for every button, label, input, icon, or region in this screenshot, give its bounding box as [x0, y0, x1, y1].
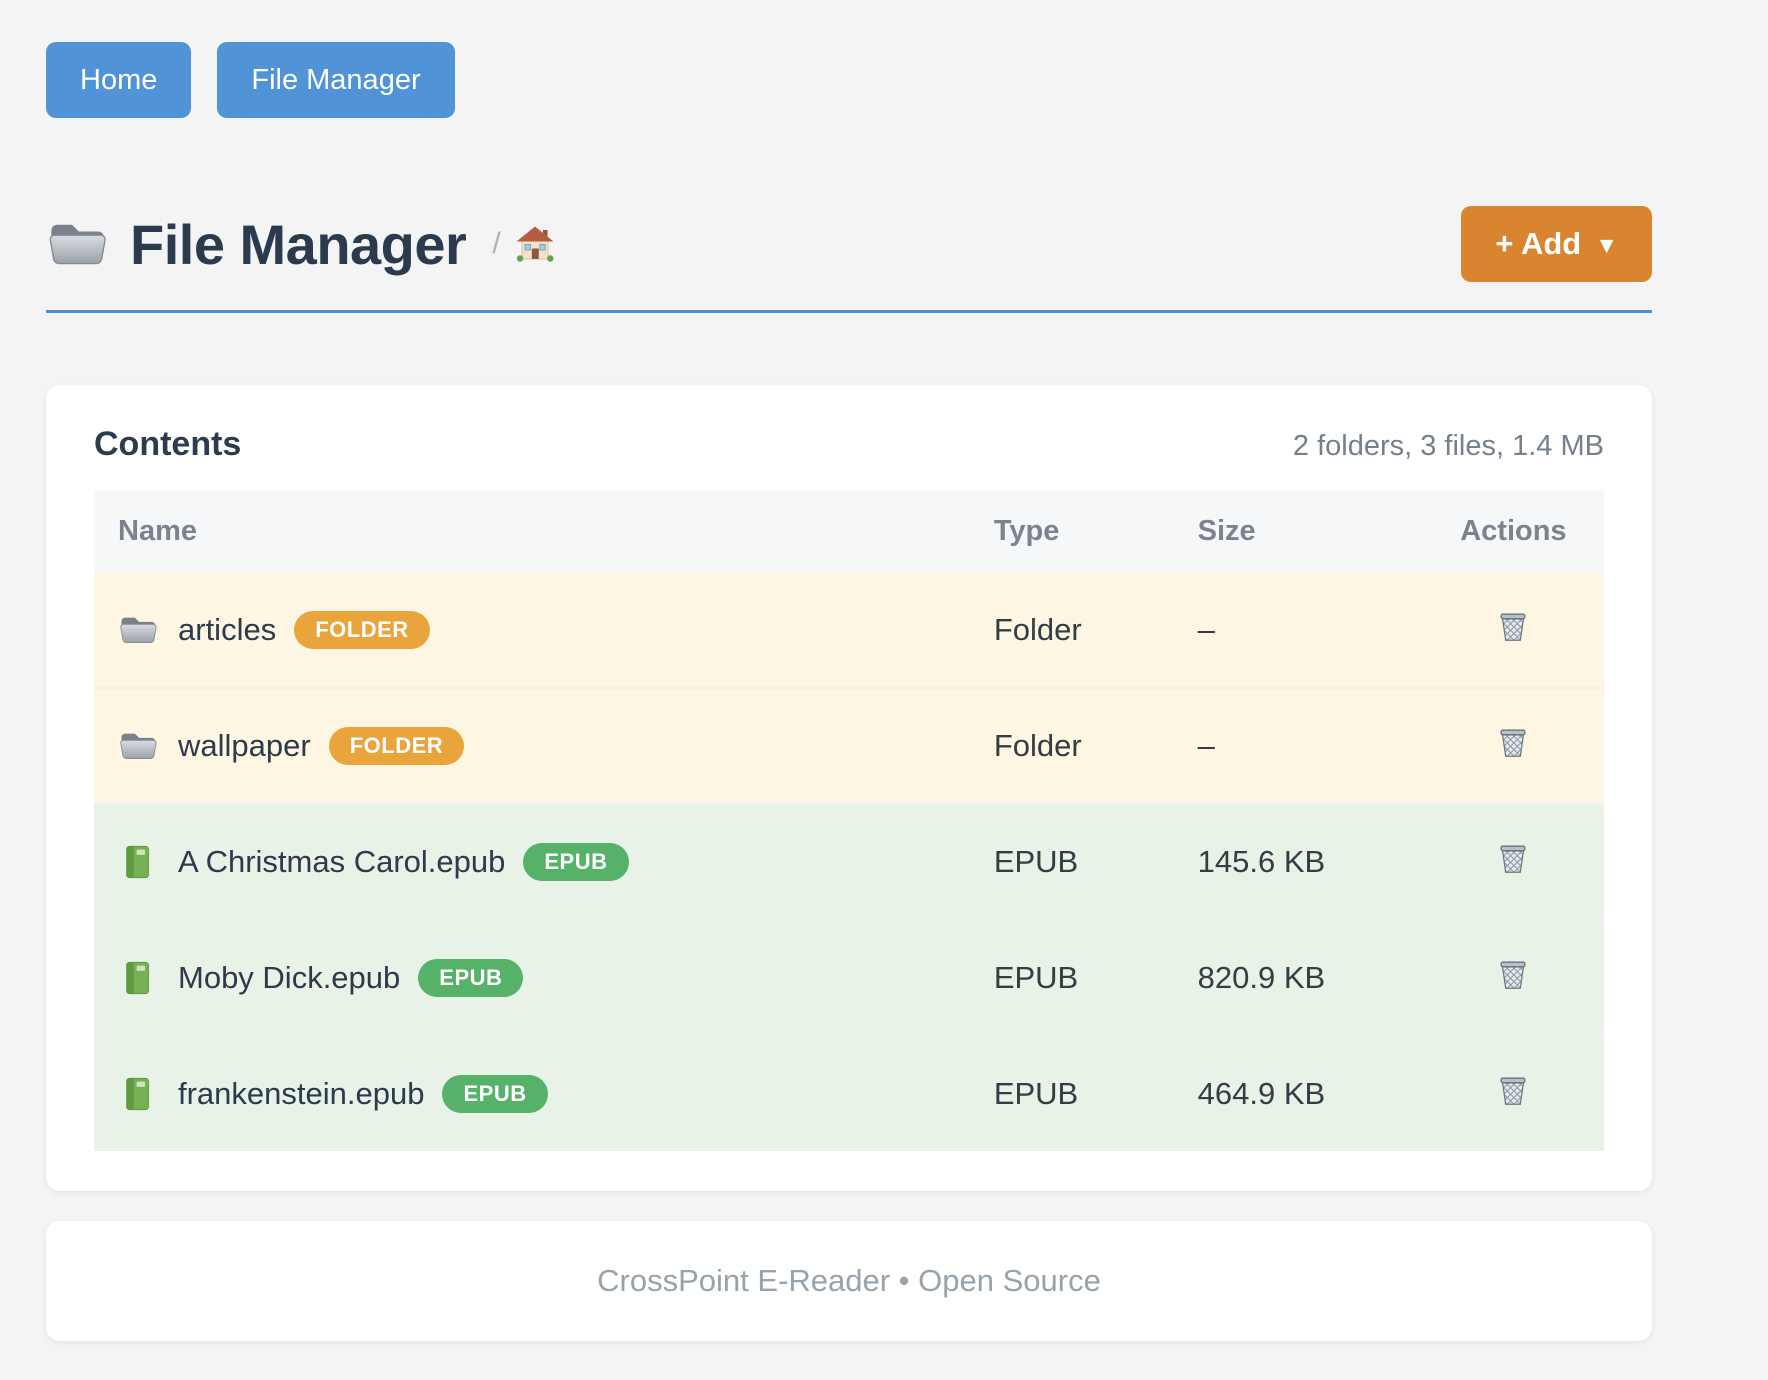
trash-icon: [1494, 1070, 1532, 1110]
file-manager-button[interactable]: File Manager: [217, 42, 454, 118]
file-size: 820.9 KB: [1174, 920, 1423, 1036]
file-type: Folder: [970, 688, 1174, 804]
file-type: Folder: [970, 573, 1174, 688]
type-badge: FOLDER: [294, 611, 429, 649]
table-header-row: Name Type Size Actions: [94, 490, 1604, 573]
name-cell: A Christmas Carol.epub EPUB: [118, 843, 946, 881]
caret-down-icon: ▼: [1595, 228, 1618, 262]
file-name[interactable]: frankenstein.epub: [178, 1076, 424, 1112]
home-button[interactable]: Home: [46, 42, 191, 118]
type-badge: FOLDER: [329, 727, 464, 765]
add-button[interactable]: + Add ▼: [1461, 206, 1652, 282]
contents-card-header: Contents 2 folders, 3 files, 1.4 MB: [94, 425, 1604, 464]
table-row: Moby Dick.epub EPUB EPUB 820.9 KB: [94, 920, 1604, 1036]
page-title-group: File Manager /: [46, 212, 555, 277]
file-type: EPUB: [970, 920, 1174, 1036]
house-icon[interactable]: [515, 225, 555, 263]
column-header-name: Name: [94, 490, 970, 573]
column-header-size: Size: [1174, 490, 1423, 573]
contents-card: Contents 2 folders, 3 files, 1.4 MB Name…: [46, 385, 1652, 1191]
footer-card: CrossPoint E-Reader • Open Source: [46, 1221, 1652, 1341]
file-size: 464.9 KB: [1174, 1036, 1423, 1151]
name-cell: Moby Dick.epub EPUB: [118, 959, 946, 997]
type-badge: EPUB: [523, 843, 628, 881]
contents-heading: Contents: [94, 425, 241, 464]
page-header: File Manager / + Add ▼: [46, 206, 1652, 282]
file-name[interactable]: A Christmas Carol.epub: [178, 844, 505, 880]
page: Home File Manager File Manager / + Add ▼…: [46, 42, 1652, 1341]
type-badge: EPUB: [418, 959, 523, 997]
name-cell: articles FOLDER: [118, 611, 946, 649]
book-icon: [118, 960, 158, 996]
delete-button[interactable]: [1494, 606, 1532, 646]
file-type: EPUB: [970, 804, 1174, 920]
column-header-type: Type: [970, 490, 1174, 573]
table-body: articles FOLDER Folder – wallpaper FOLDE…: [94, 573, 1604, 1151]
file-name[interactable]: articles: [178, 612, 276, 648]
trash-icon: [1494, 954, 1532, 994]
delete-button[interactable]: [1494, 954, 1532, 994]
trash-icon: [1494, 722, 1532, 762]
title-underline: [46, 310, 1652, 313]
contents-table: Name Type Size Actions articles FOLDER F…: [94, 490, 1604, 1151]
file-type: EPUB: [970, 1036, 1174, 1151]
file-size: –: [1174, 688, 1423, 804]
file-name[interactable]: wallpaper: [178, 728, 311, 764]
table-row: articles FOLDER Folder –: [94, 573, 1604, 688]
name-cell: wallpaper FOLDER: [118, 727, 946, 765]
delete-button[interactable]: [1494, 838, 1532, 878]
footer-text: CrossPoint E-Reader • Open Source: [597, 1263, 1101, 1298]
name-cell: frankenstein.epub EPUB: [118, 1075, 946, 1113]
type-badge: EPUB: [442, 1075, 547, 1113]
table-row: A Christmas Carol.epub EPUB EPUB 145.6 K…: [94, 804, 1604, 920]
table-row: wallpaper FOLDER Folder –: [94, 688, 1604, 804]
trash-icon: [1494, 606, 1532, 646]
top-nav: Home File Manager: [46, 42, 1652, 118]
breadcrumb-separator: /: [492, 227, 500, 261]
contents-summary: 2 folders, 3 files, 1.4 MB: [1293, 430, 1604, 463]
page-title: File Manager: [130, 212, 466, 277]
delete-button[interactable]: [1494, 722, 1532, 762]
trash-icon: [1494, 838, 1532, 878]
add-button-label: + Add: [1495, 227, 1581, 261]
column-header-actions: Actions: [1423, 490, 1604, 573]
book-icon: [118, 844, 158, 880]
table-row: frankenstein.epub EPUB EPUB 464.9 KB: [94, 1036, 1604, 1151]
file-name[interactable]: Moby Dick.epub: [178, 960, 400, 996]
file-size: –: [1174, 573, 1423, 688]
book-icon: [118, 1076, 158, 1112]
folder-icon: [46, 218, 108, 270]
delete-button[interactable]: [1494, 1070, 1532, 1110]
file-size: 145.6 KB: [1174, 804, 1423, 920]
folder-icon: [118, 728, 158, 764]
folder-icon: [118, 612, 158, 648]
